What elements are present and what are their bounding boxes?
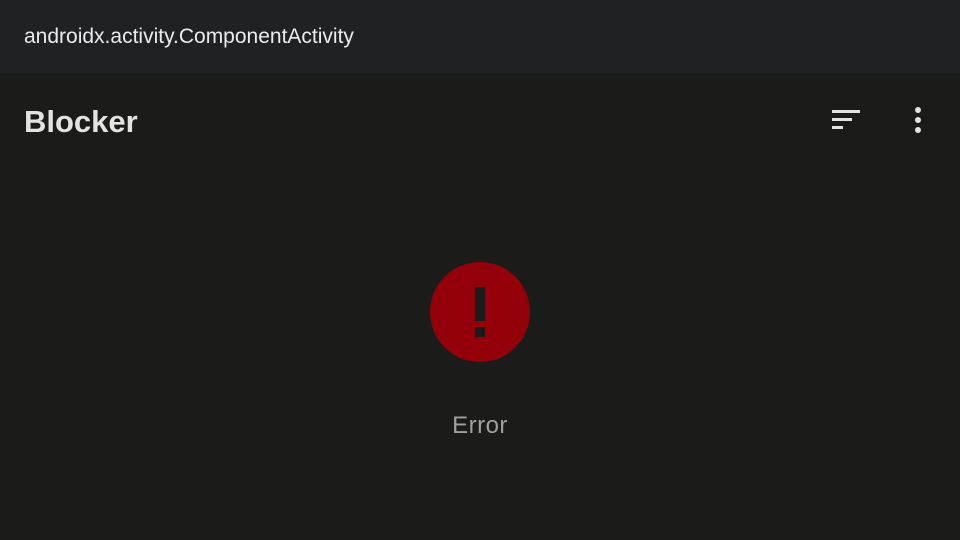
- window-title: androidx.activity.ComponentActivity: [24, 25, 354, 48]
- window-title-bar: androidx.activity.ComponentActivity: [0, 0, 960, 73]
- sort-icon: [832, 110, 860, 129]
- error-icon: [430, 262, 530, 362]
- sort-button[interactable]: [822, 96, 870, 144]
- error-message: Error: [452, 412, 508, 439]
- more-vert-icon: [915, 107, 921, 133]
- error-state: Error: [0, 171, 960, 540]
- app-title: Blocker: [24, 104, 138, 139]
- top-app-bar: Blocker: [0, 73, 960, 171]
- more-options-button[interactable]: [894, 96, 942, 144]
